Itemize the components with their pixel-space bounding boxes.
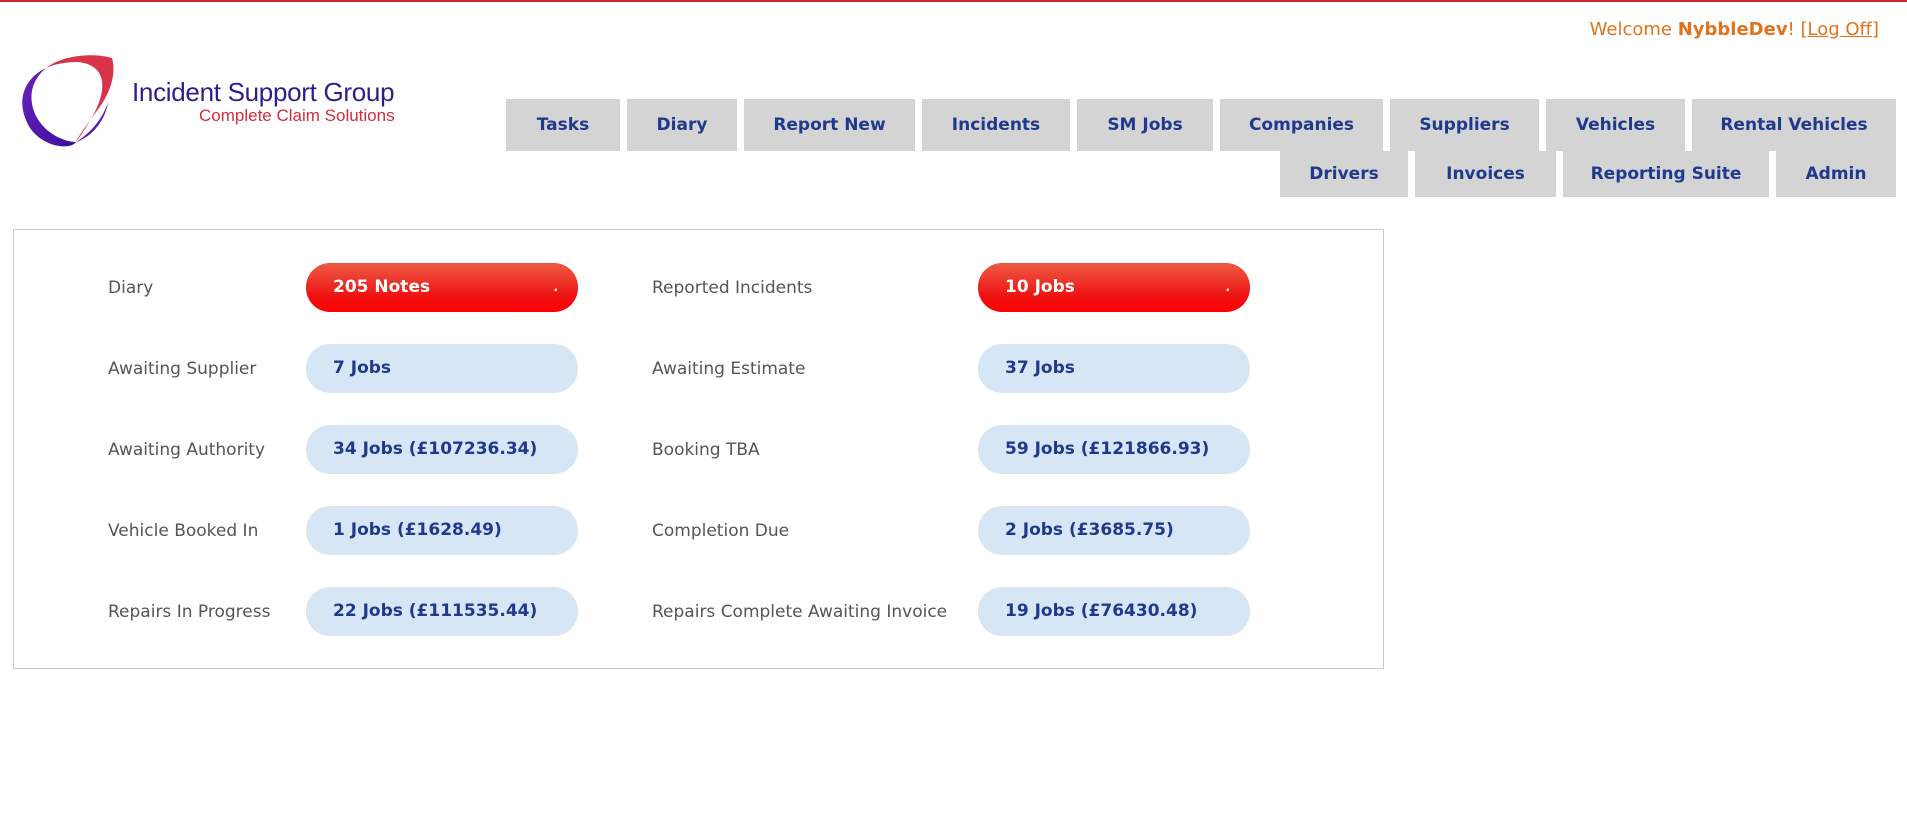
stat-pill-awaiting-estimate[interactable]: 37 Jobs (978, 344, 1250, 393)
stat-label-booking-tba: Booking TBA (652, 440, 760, 460)
nav-tab-rental-vehicles[interactable]: Rental Vehicles (1692, 99, 1896, 151)
nav-tab-reporting-suite[interactable]: Reporting Suite (1563, 151, 1769, 197)
logoff-link[interactable]: Log Off (1808, 19, 1872, 40)
stat-label-awaiting-supplier: Awaiting Supplier (108, 359, 257, 379)
main-nav-row-1: Tasks Diary Report New Incidents SM Jobs… (506, 99, 1896, 151)
nav-tab-admin[interactable]: Admin (1776, 151, 1896, 197)
nav-tab-companies[interactable]: Companies (1220, 99, 1383, 151)
stat-pill-completion-due[interactable]: 2 Jobs (£3685.75) (978, 506, 1250, 555)
stat-pill-awaiting-authority[interactable]: 34 Jobs (£107236.34) (306, 425, 578, 474)
nav-tab-sm-jobs[interactable]: SM Jobs (1077, 99, 1213, 151)
stat-label-awaiting-authority: Awaiting Authority (108, 440, 266, 460)
stat-pill-diary[interactable]: 205 Notes. (306, 263, 578, 312)
dashboard-panel: Diary 205 Notes. Awaiting Supplier 7 Job… (13, 229, 1384, 669)
nav-tab-suppliers[interactable]: Suppliers (1390, 99, 1539, 151)
logoff-bracket-close: ] (1871, 19, 1879, 40)
welcome-prefix: Welcome (1589, 19, 1678, 40)
nav-tab-tasks[interactable]: Tasks (506, 99, 620, 151)
nav-tab-drivers[interactable]: Drivers (1280, 151, 1408, 197)
main-nav-row-2: Drivers Invoices Reporting Suite Admin (1280, 151, 1896, 197)
stat-pill-reported-incidents[interactable]: 10 Jobs. (978, 263, 1250, 312)
stat-label-diary: Diary (108, 278, 154, 298)
stat-label-vehicle-booked-in: Vehicle Booked In (108, 521, 259, 541)
stat-pill-vehicle-booked-in[interactable]: 1 Jobs (£1628.49) (306, 506, 578, 555)
nav-tab-vehicles[interactable]: Vehicles (1546, 99, 1685, 151)
pill-marker: . (1225, 280, 1230, 294)
triangle-swoosh-icon (22, 55, 114, 147)
stat-label-awaiting-estimate: Awaiting Estimate (652, 359, 806, 379)
logo-name: Incident Support Group (132, 77, 395, 107)
stat-label-repairs-complete-awaiting-invoice: Repairs Complete Awaiting Invoice (652, 602, 948, 622)
nav-tab-diary[interactable]: Diary (627, 99, 737, 151)
logo-tagline: Complete Claim Solutions (199, 106, 395, 125)
username: NybbleDev (1677, 19, 1788, 40)
company-logo: Incident Support Group Complete Claim So… (16, 50, 436, 154)
stat-pill-booking-tba[interactable]: 59 Jobs (£121866.93) (978, 425, 1250, 474)
stat-pill-repairs-complete-awaiting-invoice[interactable]: 19 Jobs (£76430.48) (978, 587, 1250, 636)
stat-label-repairs-in-progress: Repairs In Progress (108, 602, 271, 622)
stat-label-completion-due: Completion Due (652, 521, 790, 541)
welcome-bar: Welcome NybbleDev! [Log Off] (1590, 19, 1879, 40)
stat-value-diary: 205 Notes (333, 277, 431, 297)
nav-tab-invoices[interactable]: Invoices (1415, 151, 1556, 197)
stat-value-reported-incidents: 10 Jobs (1005, 277, 1075, 297)
stat-label-reported-incidents: Reported Incidents (652, 278, 813, 298)
nav-tab-incidents[interactable]: Incidents (922, 99, 1070, 151)
pill-marker: . (553, 280, 558, 294)
logoff-bracket-open: [ (1800, 19, 1808, 40)
welcome-suffix: ! (1787, 19, 1801, 40)
nav-tab-report-new[interactable]: Report New (744, 99, 915, 151)
stat-pill-awaiting-supplier[interactable]: 7 Jobs (306, 344, 578, 393)
stat-pill-repairs-in-progress[interactable]: 22 Jobs (£111535.44) (306, 587, 578, 636)
